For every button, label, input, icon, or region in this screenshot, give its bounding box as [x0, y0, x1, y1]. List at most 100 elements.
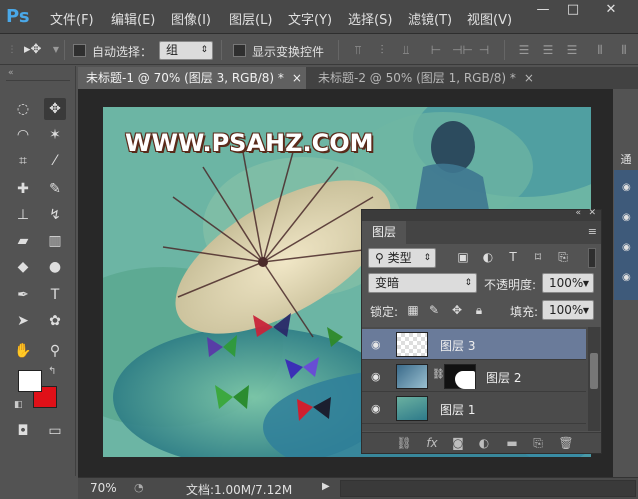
menu-filter[interactable]: 滤镜(T)	[408, 9, 452, 28]
restore-button[interactable]: □	[560, 0, 586, 20]
collapse-panel-icon[interactable]: «	[575, 208, 581, 218]
tab-layers[interactable]: 图层	[362, 221, 407, 244]
screen-mode-icon[interactable]: ▭	[44, 420, 66, 442]
quick-mask-icon[interactable]: ◘	[12, 420, 34, 442]
menu-layer[interactable]: 图层(L)	[229, 9, 272, 28]
path-selection-tool-icon[interactable]: ➤	[12, 310, 34, 332]
close-button[interactable]: ✕	[598, 0, 624, 20]
fill-input[interactable]: 100% ▼	[542, 300, 594, 320]
horizontal-scrollbar[interactable]	[340, 480, 636, 497]
tab-document-1[interactable]: 未标题-1 @ 70% (图层 3, RGB/8) * ×	[78, 67, 306, 89]
crop-tool-icon[interactable]: ⌗	[12, 150, 34, 172]
distribute-left-icon[interactable]: ⦀	[592, 42, 608, 58]
layer-style-icon[interactable]: fx	[424, 436, 440, 450]
menu-select[interactable]: 选择(S)	[348, 9, 392, 28]
filter-adjustment-icon[interactable]: ◐	[480, 249, 496, 265]
minimize-button[interactable]: —	[530, 0, 556, 20]
eye-icon[interactable]: ◉	[371, 402, 385, 415]
layer-filter-dropdown[interactable]: ⚲ 类型 ⇕	[368, 248, 436, 268]
new-layer-icon[interactable]: ⎘	[530, 436, 546, 450]
layer-name[interactable]: 图层 3	[440, 337, 475, 354]
swap-colors-icon[interactable]: ↰	[48, 366, 56, 377]
hand-tool-icon[interactable]: ✋	[12, 340, 34, 362]
distribute-vcenter-icon[interactable]: ☰	[540, 42, 556, 58]
menu-edit[interactable]: 编辑(E)	[111, 9, 155, 28]
blur-tool-icon[interactable]: ◆	[12, 256, 34, 278]
close-icon[interactable]: ×	[524, 71, 534, 85]
blend-mode-dropdown[interactable]: 变暗 ⇕	[368, 273, 477, 293]
filter-smart-object-icon[interactable]: ⎘	[555, 249, 571, 265]
layer-row-1[interactable]: ◉ 图层 1	[362, 393, 586, 424]
add-mask-icon[interactable]: ◙	[450, 436, 466, 450]
magic-wand-tool-icon[interactable]: ✶	[44, 124, 66, 146]
filter-shape-icon[interactable]: ⌑	[530, 249, 546, 265]
align-top-icon[interactable]: ⫪	[350, 42, 366, 58]
pen-tool-icon[interactable]: ✒	[12, 284, 34, 306]
align-left-icon[interactable]: ⊢	[428, 42, 444, 58]
show-transform-checkbox[interactable]	[233, 44, 246, 57]
filter-type-icon[interactable]: T	[505, 249, 521, 265]
eye-icon[interactable]: ◉	[622, 212, 634, 223]
healing-brush-tool-icon[interactable]: ✚	[12, 178, 34, 200]
link-icon[interactable]: ⛓	[432, 369, 445, 380]
close-icon[interactable]: ×	[292, 71, 302, 85]
status-menu-icon[interactable]: ▶	[322, 481, 330, 492]
new-group-icon[interactable]: ▬	[504, 436, 520, 450]
layer-row-3[interactable]: ◉ 图层 3	[362, 329, 586, 360]
menu-view[interactable]: 视图(V)	[467, 9, 512, 28]
align-vcenter-icon[interactable]: ⫶	[374, 42, 390, 58]
close-panel-icon[interactable]: ✕	[588, 208, 596, 218]
chevron-down-icon[interactable]: ▼	[48, 42, 64, 58]
layer-row-2[interactable]: ◉ ⛓ 图层 2	[362, 361, 586, 392]
lock-all-icon[interactable]: 🔒︎	[471, 302, 487, 318]
lock-transparent-icon[interactable]: ▦	[405, 302, 421, 318]
eraser-tool-icon[interactable]: ▰	[12, 230, 34, 252]
history-brush-tool-icon[interactable]: ↯	[44, 204, 66, 226]
distribute-bottom-icon[interactable]: ☰	[564, 42, 580, 58]
layer-name[interactable]: 图层 1	[440, 401, 475, 418]
move-tool-preset-icon[interactable]: ▸✥	[24, 42, 41, 58]
align-bottom-icon[interactable]: ⫫	[398, 42, 414, 58]
eye-icon[interactable]: ◉	[371, 370, 385, 383]
layers-scrollbar[interactable]	[588, 327, 600, 431]
lasso-tool-icon[interactable]: ◠	[12, 124, 34, 146]
layer-name[interactable]: 图层 2	[486, 369, 521, 386]
menu-file[interactable]: 文件(F)	[50, 9, 94, 28]
type-tool-icon[interactable]: T	[44, 284, 66, 306]
dock-tab[interactable]: 通	[614, 150, 638, 170]
filter-toggle[interactable]	[588, 248, 596, 268]
dodge-tool-icon[interactable]: ●	[44, 256, 66, 278]
distribute-hcenter-icon[interactable]: ⦀	[616, 42, 632, 58]
eyedropper-tool-icon[interactable]: ⁄	[44, 150, 66, 172]
lock-position-icon[interactable]: ✥	[449, 302, 465, 318]
align-hcenter-icon[interactable]: ⊣⊢	[452, 42, 473, 58]
auto-select-dropdown[interactable]: 组 ⇕	[159, 41, 213, 60]
eye-icon[interactable]: ◉	[371, 338, 385, 351]
panel-menu-icon[interactable]: ≡	[588, 225, 597, 238]
clone-stamp-tool-icon[interactable]: ⊥	[12, 204, 34, 226]
zoom-level[interactable]: 70%	[90, 481, 117, 495]
lock-pixels-icon[interactable]: ✎	[426, 302, 442, 318]
move-tool-icon[interactable]: ✥	[44, 98, 66, 120]
auto-select-checkbox[interactable]	[73, 44, 86, 57]
eye-icon[interactable]: ◉	[622, 242, 634, 253]
shape-tool-icon[interactable]: ✿	[44, 310, 66, 332]
zoom-tool-icon[interactable]: ⚲	[44, 340, 66, 362]
delete-layer-icon[interactable]: 🗑︎	[558, 436, 574, 450]
gradient-tool-icon[interactable]: ▥	[44, 230, 66, 252]
default-colors-icon[interactable]: ◧	[14, 400, 23, 410]
eye-icon[interactable]: ◉	[622, 272, 634, 283]
marquee-tool-icon[interactable]: ◌	[12, 98, 34, 120]
collapse-icon[interactable]: «	[8, 68, 14, 78]
adjustment-layer-icon[interactable]: ◐	[476, 436, 492, 450]
brush-tool-icon[interactable]: ✎	[44, 178, 66, 200]
tab-document-2[interactable]: 未标题-2 @ 50% (图层 1, RGB/8) * ×	[310, 67, 540, 89]
status-preview-icon[interactable]: ◔	[134, 481, 144, 494]
layer-mask-thumbnail[interactable]	[444, 364, 476, 389]
foreground-color-swatch[interactable]	[18, 370, 42, 392]
eye-icon[interactable]: ◉	[622, 182, 634, 193]
opacity-input[interactable]: 100% ▼	[542, 273, 594, 293]
filter-pixel-icon[interactable]: ▣	[455, 249, 471, 265]
scrollbar-thumb[interactable]	[590, 353, 598, 389]
link-layers-icon[interactable]: ⛓	[396, 436, 412, 450]
